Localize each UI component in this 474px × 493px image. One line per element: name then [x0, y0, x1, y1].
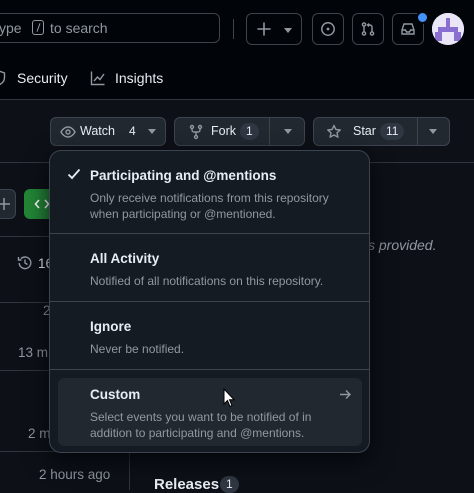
issue-opened-icon: [320, 21, 336, 37]
arrow-right-icon: [339, 389, 352, 400]
menu-item-ignore[interactable]: Ignore Never be notified.: [50, 302, 369, 368]
history-icon: [17, 255, 33, 271]
watch-label: Watch: [80, 124, 115, 138]
menu-item-title: All Activity: [90, 251, 160, 266]
fork-split-divider: [269, 118, 270, 145]
menu-item-description: Never be notified.: [90, 342, 185, 356]
issues-button[interactable]: [312, 13, 344, 45]
pull-requests-button[interactable]: [352, 13, 384, 45]
search-placeholder-prefix: ype: [0, 20, 22, 36]
search-placeholder-suffix: to search: [50, 20, 108, 36]
releases-heading[interactable]: Releases: [154, 476, 219, 493]
releases-count: 1: [220, 476, 239, 493]
shield-icon: [0, 70, 6, 86]
menu-item-description: Select events you want to be notified of…: [90, 410, 312, 440]
tab-insights-label: Insights: [115, 70, 164, 86]
notification-indicator: [416, 11, 429, 24]
menu-item-title: Custom: [90, 387, 141, 402]
mouse-cursor-icon: [223, 387, 236, 411]
table-row-time: 2 m: [28, 426, 51, 441]
check-icon: [67, 168, 81, 180]
fork-button[interactable]: Fork 1: [174, 117, 305, 146]
chevron-down-icon: [148, 129, 156, 134]
repo-forked-icon: [188, 124, 204, 140]
menu-item-description: Notified of all notifications on this re…: [90, 274, 324, 288]
watch-menu: Participating and @mentions Only receive…: [49, 150, 370, 453]
menu-item-all-activity[interactable]: All Activity Notified of all notificatio…: [50, 234, 369, 300]
menu-divider: [50, 369, 369, 370]
code-icon: [34, 199, 50, 209]
star-button[interactable]: Star 11: [313, 117, 450, 146]
avatar[interactable]: [432, 13, 464, 45]
create-new-button[interactable]: [246, 13, 302, 45]
plus-icon: [256, 21, 272, 37]
star-icon: [326, 124, 342, 140]
inbox-icon: [400, 21, 416, 37]
star-label: Star: [353, 124, 376, 138]
search-input[interactable]: ype to search: [0, 13, 220, 43]
slash-key-icon: [32, 20, 44, 35]
plus-icon: [0, 198, 10, 210]
watch-count: 4: [129, 124, 136, 138]
menu-item-title: Participating and @mentions: [90, 168, 277, 183]
fork-dropdown-chevron-icon[interactable]: [284, 129, 292, 134]
table-row-time: 2 hours ago: [39, 467, 111, 482]
table-row-time: 13 m: [18, 345, 49, 360]
star-dropdown-chevron-icon[interactable]: [429, 129, 437, 134]
fork-label: Fork: [211, 124, 236, 138]
star-split-divider: [417, 118, 418, 145]
header-divider: [233, 19, 234, 39]
star-count: 11: [380, 123, 405, 140]
menu-item-participating[interactable]: Participating and @mentions Only receive…: [50, 159, 369, 235]
about-description: s provided.: [368, 237, 437, 253]
menu-item-title: Ignore: [90, 319, 132, 334]
menu-item-custom[interactable]: Custom Select events you want to be noti…: [58, 378, 362, 446]
git-pull-request-icon: [360, 21, 376, 37]
add-file-button[interactable]: [0, 189, 16, 219]
fork-count: 1: [240, 123, 259, 140]
menu-item-description: Only receive notifications from this rep…: [90, 191, 329, 221]
eye-icon: [60, 124, 76, 140]
watch-button[interactable]: Watch 4: [50, 117, 166, 146]
tab-security-label: Security: [17, 70, 68, 86]
chevron-down-icon: [284, 28, 292, 33]
graph-icon: [90, 70, 106, 86]
